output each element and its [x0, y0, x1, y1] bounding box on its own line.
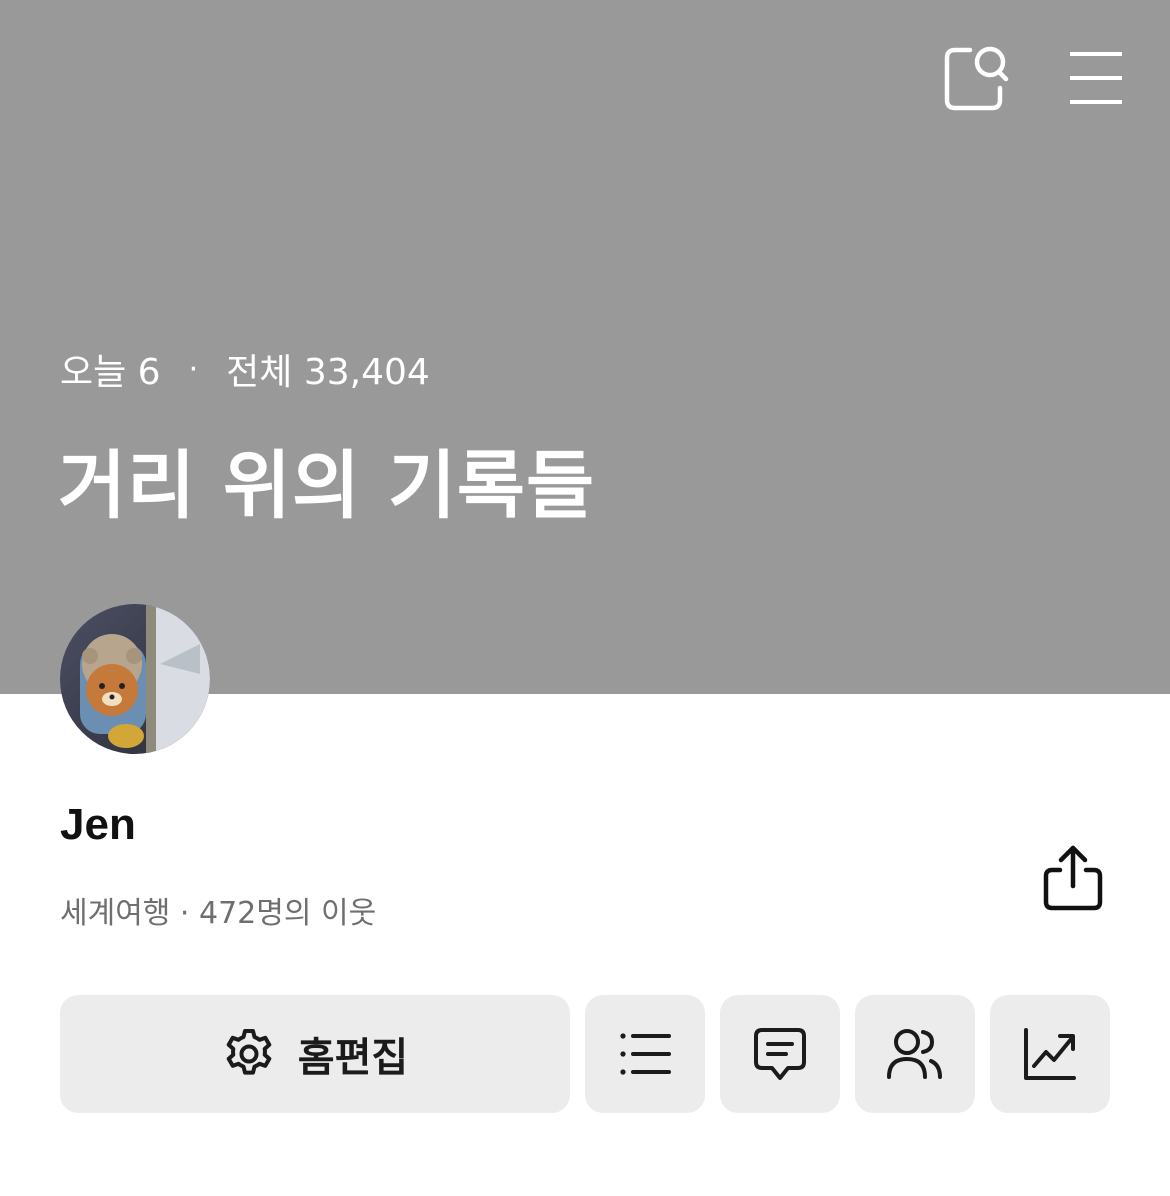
comments-button[interactable] — [720, 995, 840, 1113]
edit-home-label: 홈편집 — [297, 1035, 409, 1081]
stats-button[interactable] — [990, 995, 1110, 1113]
avatar[interactable] — [60, 604, 210, 754]
today-count: 오늘 6 — [60, 352, 161, 393]
blog-title: 거리 위의 기록들 — [58, 443, 596, 529]
user-name: Jen — [60, 800, 136, 849]
edit-home-button[interactable]: 홈편집 — [60, 995, 570, 1113]
profile-meta: 세계여행 · 472명의 이웃 — [60, 896, 377, 931]
blog-cover: 오늘 6 · 전체 33,404 거리 위의 기록들 — [0, 0, 1170, 694]
post-list-button[interactable] — [585, 995, 705, 1113]
list-icon — [620, 1033, 671, 1075]
share-icon[interactable] — [1036, 838, 1110, 918]
search-icon[interactable] — [940, 40, 1014, 114]
total-count: 전체 33,404 — [226, 352, 430, 393]
gear-icon — [226, 1029, 272, 1075]
stats-chart-icon — [1024, 1028, 1076, 1080]
avatar-image — [60, 604, 210, 754]
menu-icon[interactable] — [1066, 48, 1126, 108]
neighbors-button[interactable] — [855, 995, 975, 1113]
visitor-stats: 오늘 6 · 전체 33,404 — [60, 346, 430, 394]
comment-icon — [754, 1028, 806, 1080]
neighbors-icon — [887, 1029, 942, 1079]
stats-separator: · — [188, 351, 199, 387]
